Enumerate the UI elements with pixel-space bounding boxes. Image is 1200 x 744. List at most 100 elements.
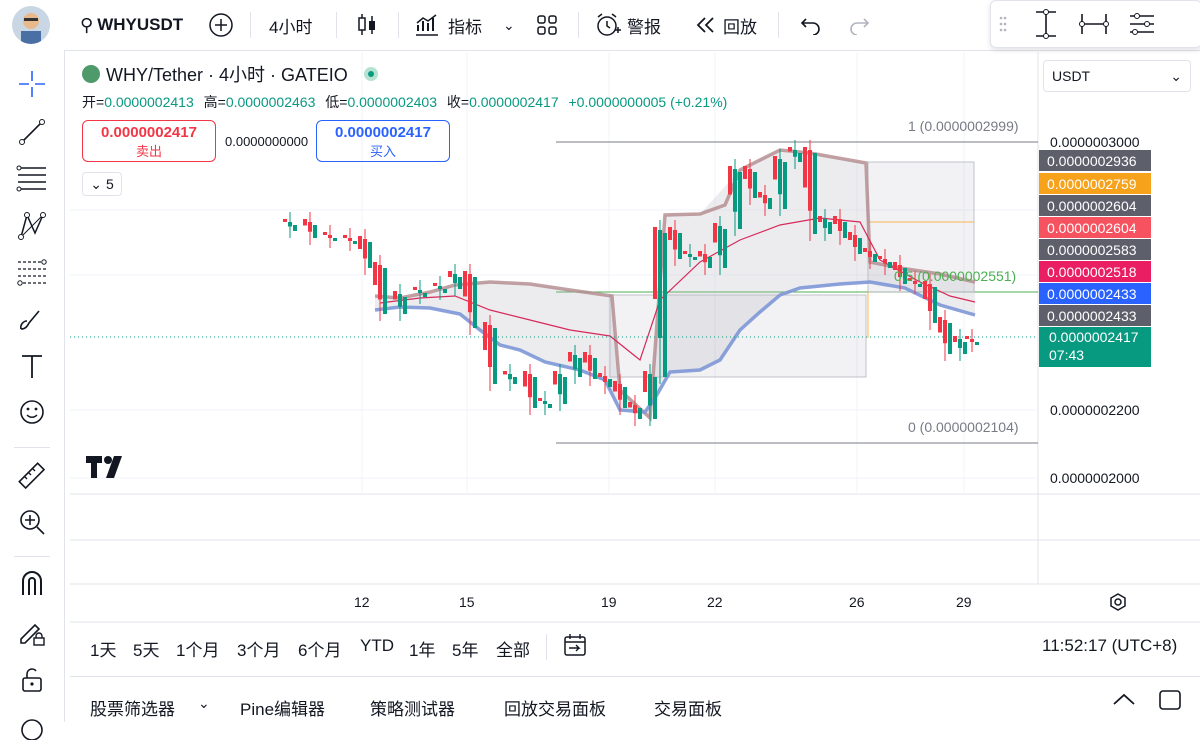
candle-body [868,251,872,257]
price-tag[interactable]: 0.0000002936 [1039,150,1151,171]
price-tag[interactable]: 0.0000002604 [1039,217,1151,238]
range-1d[interactable]: 1天 [90,636,116,661]
price-tag[interactable]: 0.0000002759 [1039,173,1151,194]
candle-body [558,374,562,395]
price-tag[interactable]: 0.0000002583 [1039,239,1151,260]
tab-replay-panel[interactable]: 回放交易面板 [504,695,606,720]
candle-body [458,277,462,289]
candle-body [503,371,507,375]
candle-body [763,195,767,204]
sell-button[interactable]: 0.0000002417 卖出 [82,120,216,162]
candle-body [378,265,382,300]
candle-body [853,235,857,247]
buy-label: 买入 [369,144,396,159]
bar-countdown: 07:43 [1049,347,1085,363]
clock-timezone[interactable]: 11:52:17 (UTC+8) [1042,636,1177,656]
candle-body [473,277,477,328]
maximize-panel-button[interactable] [1158,689,1182,716]
candle-body [918,284,922,287]
last-price-tag[interactable]: 0.0000002417 07:43 [1039,327,1151,367]
goto-date-button[interactable] [562,632,588,663]
tab-strategy-tester[interactable]: 策略测试器 [370,695,455,720]
indicators-collapse-button[interactable]: ⌄ 5 [82,172,122,196]
chart-settings-button[interactable] [1108,592,1128,617]
candle-body [793,150,797,157]
range-5y[interactable]: 5年 [452,636,478,661]
range-1y[interactable]: 1年 [409,636,435,661]
screener-chevron-icon[interactable]: ⌄ [198,695,210,712]
candle-body [948,323,952,354]
candle-body [433,283,437,286]
candle-body [958,339,962,348]
candle-body [533,377,537,408]
currency-value: USDT [1052,68,1091,84]
candle-body [398,294,402,307]
date-label: 12 [354,594,370,610]
tab-trading-panel[interactable]: 交易面板 [654,695,722,720]
buy-button[interactable]: 0.0000002417 买入 [316,120,450,162]
price-tag[interactable]: 0.0000002433 [1039,283,1151,304]
candle-body [688,254,692,257]
candle-body [583,352,587,363]
candle-body [593,358,597,379]
candle-body [383,268,387,314]
chevron-down-icon: ⌄ [1170,67,1182,84]
price-tag[interactable]: 0.0000002518 [1039,261,1151,282]
candle-body [878,256,882,259]
range-3m[interactable]: 3个月 [237,636,280,661]
chevron-up-icon [1113,693,1135,705]
tab-stock-screener[interactable]: 股票筛选器 [90,695,175,720]
candle-body [418,290,422,293]
candle-body [663,233,667,377]
candle-body [933,287,937,323]
candle-body [348,238,352,241]
high-value: 0.0000002463 [225,94,316,110]
chart-title[interactable]: WHY/Tether · 4小时 · GATEIO [106,61,348,87]
candle-body [538,398,542,401]
candle-body [508,374,512,380]
candle-body [953,336,957,342]
price-tag[interactable]: 0.0000002433 [1039,305,1151,326]
close-value: 0.0000002417 [469,94,559,110]
candle-body [573,355,577,370]
open-label: 开= [82,94,105,110]
candle-body [413,287,417,290]
candle-body [313,225,317,238]
collapse-panel-button[interactable] [1110,689,1138,714]
candle-body [693,257,697,260]
candle-body [513,377,517,384]
range-6m[interactable]: 6个月 [298,636,341,661]
candle-body [873,254,877,262]
candle-body [603,376,607,382]
candle-body [818,216,822,222]
candle-body [553,371,557,385]
market-status-icon[interactable] [363,67,378,81]
candle-body [618,384,622,400]
candle-body [358,236,362,249]
low-label: 低= [325,94,348,110]
buy-price: 0.0000002417 [335,124,431,141]
candle-body [658,230,662,338]
date-label: 22 [707,594,723,610]
candle-body [975,342,979,345]
currency-select[interactable]: USDT ⌄ [1043,60,1191,92]
range-ytd[interactable]: YTD [360,636,394,656]
open-value: 0.0000002413 [104,94,194,110]
date-label: 15 [459,594,475,610]
candle-body [858,238,862,254]
candle-body [653,227,657,299]
range-1m[interactable]: 1个月 [176,636,219,661]
candle-body [638,408,642,419]
candle-body [608,379,612,387]
candle-body [633,405,637,414]
tab-pine-editor[interactable]: Pine编辑器 [240,695,325,720]
candle-body [728,166,732,195]
low-value: 0.0000002403 [347,94,437,110]
range-all[interactable]: 全部 [496,636,530,661]
range-5d[interactable]: 5天 [133,636,159,661]
price-tag[interactable]: 0.0000002604 [1039,195,1151,216]
tradingview-logo[interactable] [86,456,128,483]
candle-body [813,153,817,234]
candle-body [588,355,592,371]
candle-body [773,156,777,180]
